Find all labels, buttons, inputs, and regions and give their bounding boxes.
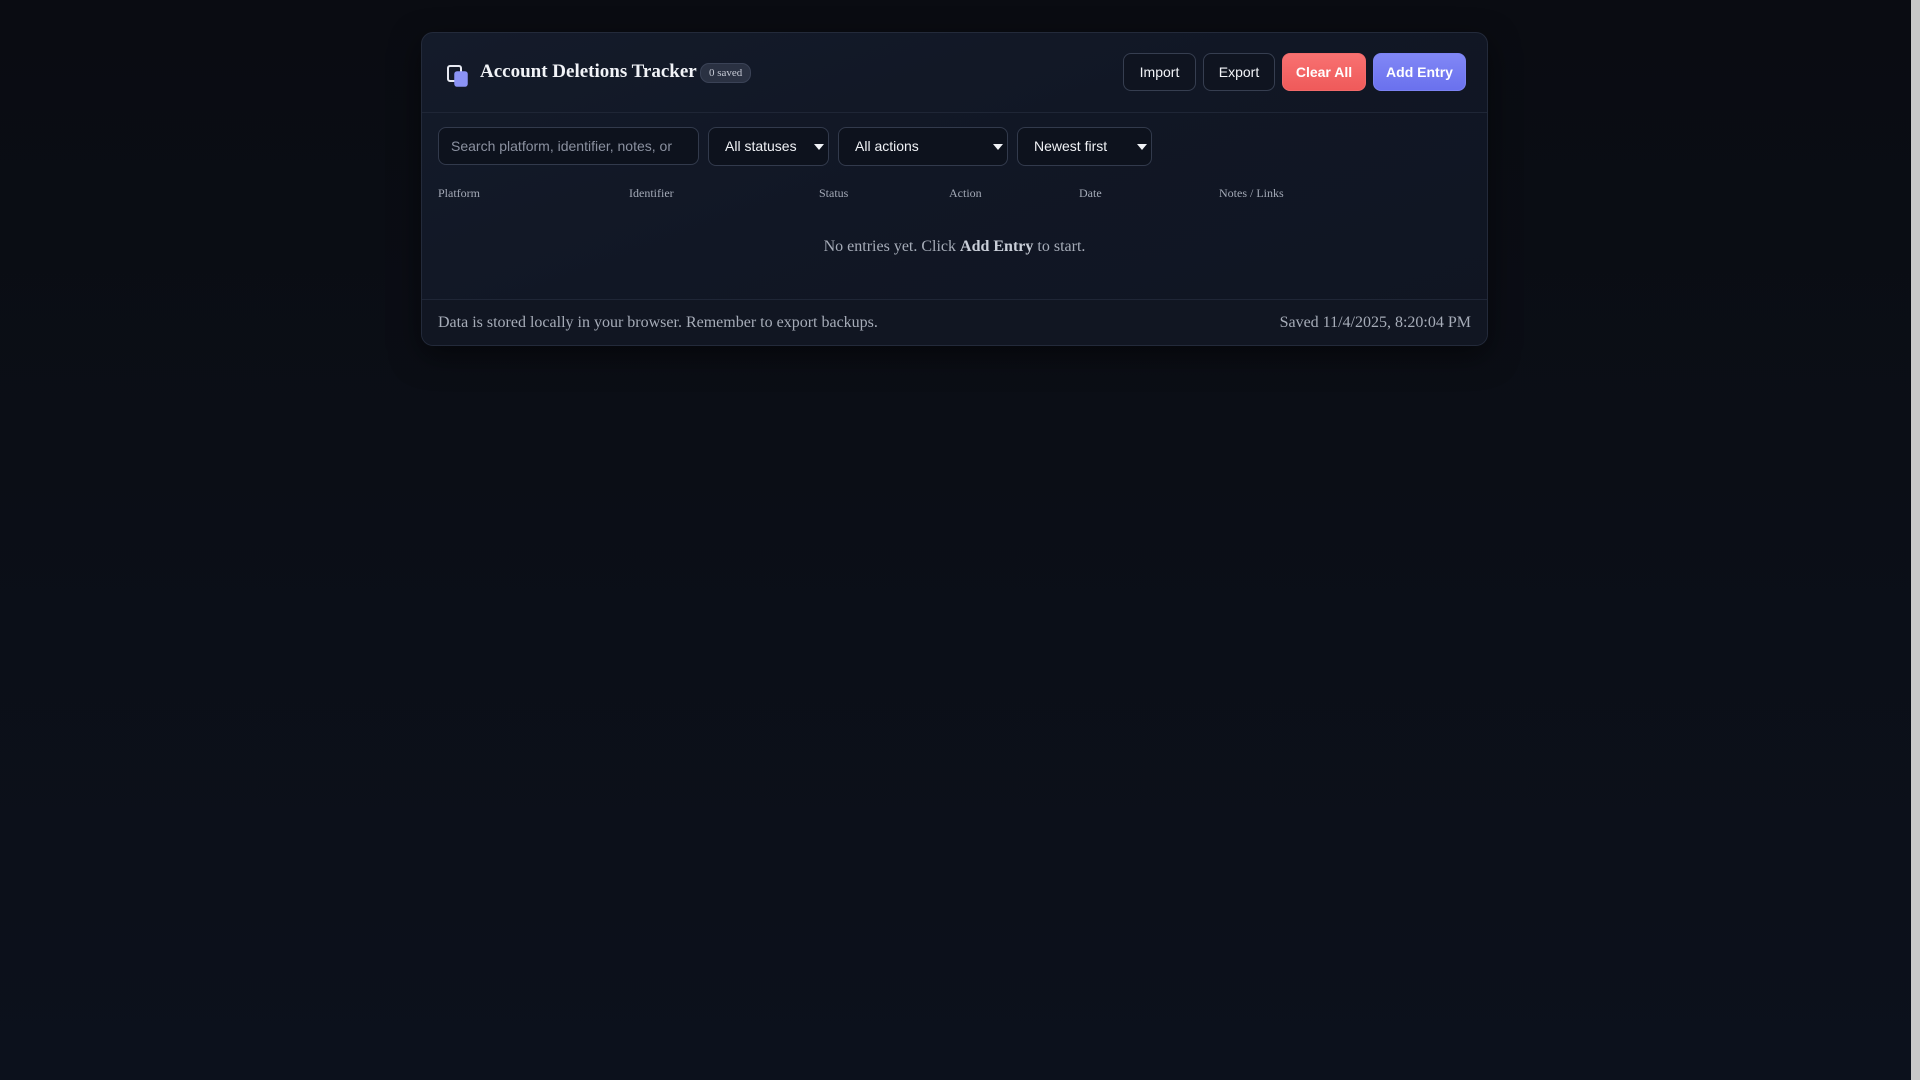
column-header-date[interactable]: Date — [1079, 186, 1102, 201]
page-scrollbar[interactable] — [1911, 0, 1920, 1080]
tracker-card: Account Deletions Tracker 0 saved Import… — [421, 32, 1488, 346]
empty-state-suffix: to start. — [1033, 238, 1086, 255]
empty-state-emphasis: Add Entry — [960, 238, 1034, 255]
card-header: Account Deletions Tracker 0 saved Import… — [422, 33, 1487, 113]
search-input[interactable] — [438, 127, 699, 165]
clear-all-button[interactable]: Clear All — [1282, 53, 1366, 91]
status-filter-value: All statuses — [725, 138, 797, 154]
column-header-action[interactable]: Action — [949, 186, 982, 201]
add-entry-button[interactable]: Add Entry — [1373, 53, 1466, 91]
copy-icon — [446, 64, 470, 88]
empty-state-prefix: No entries yet. Click — [823, 238, 961, 255]
column-header-notes: Notes / Links — [1219, 186, 1284, 200]
import-button[interactable]: Import — [1123, 53, 1196, 91]
chevron-down-icon — [993, 144, 1003, 150]
action-filter-select[interactable]: All actions — [838, 127, 1008, 166]
column-header-platform[interactable]: Platform — [438, 186, 480, 201]
chevron-down-icon — [1137, 144, 1147, 150]
card-footer: Data is stored locally in your browser. … — [422, 299, 1487, 345]
status-filter-select[interactable]: All statuses — [708, 127, 829, 166]
sort-order-value: Newest first — [1034, 138, 1108, 154]
last-saved-timestamp: Saved 11/4/2025, 8:20:04 PM — [1279, 314, 1471, 331]
export-button[interactable]: Export — [1203, 53, 1275, 91]
column-header-identifier[interactable]: Identifier — [629, 186, 674, 201]
page-title: Account Deletions Tracker — [480, 61, 697, 82]
scrollbar-thumb[interactable] — [1911, 0, 1920, 1080]
chevron-down-icon — [814, 144, 824, 150]
action-filter-value: All actions — [855, 138, 919, 154]
sort-order-select[interactable]: Newest first — [1017, 127, 1152, 166]
storage-note: Data is stored locally in your browser. … — [438, 314, 878, 331]
empty-state-message: No entries yet. Click Add Entry to start… — [422, 238, 1487, 256]
column-header-status[interactable]: Status — [819, 186, 848, 201]
saved-count-badge: 0 saved — [700, 63, 752, 83]
